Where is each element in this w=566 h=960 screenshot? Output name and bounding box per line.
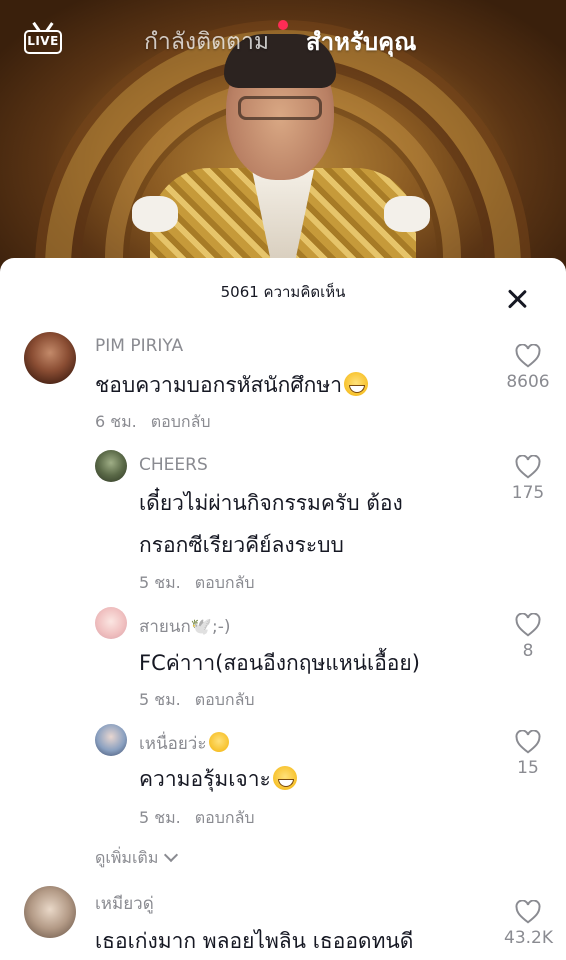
like-count: 43.2K [504, 928, 553, 948]
comment-time: 6 ชม. [95, 412, 137, 431]
comment-text: FCค่าาา(สอนอีงกฤษแหน่เอื้อย) [139, 651, 420, 675]
heart-outline-icon [515, 613, 541, 637]
heart-outline-icon [515, 455, 541, 479]
like-button[interactable]: 8 [504, 613, 552, 661]
like-button[interactable]: 43.2K [504, 900, 553, 948]
notification-dot [278, 20, 288, 30]
comment-time: 5 ชม. [139, 690, 181, 709]
live-label: LIVE [24, 30, 62, 54]
reply-button[interactable]: ตอบกลับ [195, 573, 255, 592]
comment-text-content: ชอบความบอกรหัสนักศึกษา [95, 373, 343, 397]
smile-emoji-icon [208, 732, 229, 752]
comment-meta: 5 ชม. ตอบกลับ [139, 688, 255, 713]
comment-text-content: ความอรุ้มเจาะ [139, 767, 271, 791]
heart-outline-icon [515, 730, 541, 754]
close-icon[interactable] [504, 286, 530, 312]
comment-username[interactable]: PIM PIRIYA [95, 336, 183, 356]
like-count: 175 [511, 483, 545, 503]
comment-count: 5061 ความคิดเห็น [220, 283, 346, 301]
grin-sweat-emoji-icon [272, 766, 297, 790]
comment-text-line-2: กรอกซีเรียวคีย์ลงระบบ [139, 533, 344, 557]
comment-text: ความอรุ้มเจาะ [139, 758, 297, 800]
tab-following[interactable]: กำลังติดตาม [144, 24, 269, 60]
comment-meta: 5 ชม. ตอบกลับ [139, 571, 255, 596]
like-button[interactable]: 8606 [504, 344, 552, 392]
heart-outline-icon [515, 900, 541, 924]
see-more-label: ดูเพิ่มเติม [95, 848, 159, 867]
avatar[interactable] [24, 886, 76, 938]
comment-username[interactable]: สายนก🕊️;-) [139, 613, 230, 640]
like-count: 8 [522, 641, 534, 661]
comment-text: ชอบความบอกรหัสนักศึกษา [95, 364, 369, 406]
comment-time: 5 ชม. [139, 808, 181, 827]
comment-username-text: เหนื่อยว่ะ [139, 734, 207, 754]
like-count: 8606 [506, 372, 550, 392]
chevron-down-icon [164, 847, 179, 863]
avatar[interactable] [95, 724, 127, 756]
like-button[interactable]: 175 [504, 455, 552, 503]
comment-time: 5 ชม. [139, 573, 181, 592]
reply-button[interactable]: ตอบกลับ [151, 412, 211, 431]
portrait-epaulet-left [132, 196, 178, 232]
comments-header: 5061 ความคิดเห็น [0, 258, 566, 322]
reply-button[interactable]: ตอบกลับ [195, 690, 255, 709]
comment-meta: 6 ชม. ตอบกลับ [95, 410, 211, 435]
tab-for-you[interactable]: สำหรับคุณ [306, 22, 416, 61]
comments-sheet: 5061 ความคิดเห็น PIM PIRIYA ชอบความบอกรห… [0, 258, 566, 960]
portrait-epaulet-right [384, 196, 430, 232]
live-tv-icon[interactable]: LIVE [24, 22, 62, 56]
comment-username[interactable]: เหนื่อยว่ะ [139, 730, 229, 757]
see-more-button[interactable]: ดูเพิ่มเติม [95, 846, 179, 871]
reply-button[interactable]: ตอบกลับ [195, 808, 255, 827]
portrait-glasses [238, 96, 322, 120]
comment-username[interactable]: เหมียวดู่ [95, 890, 154, 917]
avatar[interactable] [24, 332, 76, 384]
like-button[interactable]: 15 [504, 730, 552, 778]
like-count: 15 [517, 758, 539, 778]
comment-text: เธอเก่งมาก พลอยไพลิน เธออดทนดี [95, 929, 414, 953]
top-bar: LIVE กำลังติดตาม สำหรับคุณ [0, 0, 566, 80]
avatar[interactable] [95, 607, 127, 639]
grin-sweat-emoji-icon [344, 372, 369, 396]
comment-meta: 5 ชม. ตอบกลับ [139, 806, 255, 831]
comment-username[interactable]: CHEERS [139, 455, 208, 475]
heart-outline-icon [515, 344, 541, 368]
avatar[interactable] [95, 450, 127, 482]
comment-text-line-1: เดี๋ยวไม่ผ่านกิจกรรมครับ ต้อง [139, 491, 403, 515]
